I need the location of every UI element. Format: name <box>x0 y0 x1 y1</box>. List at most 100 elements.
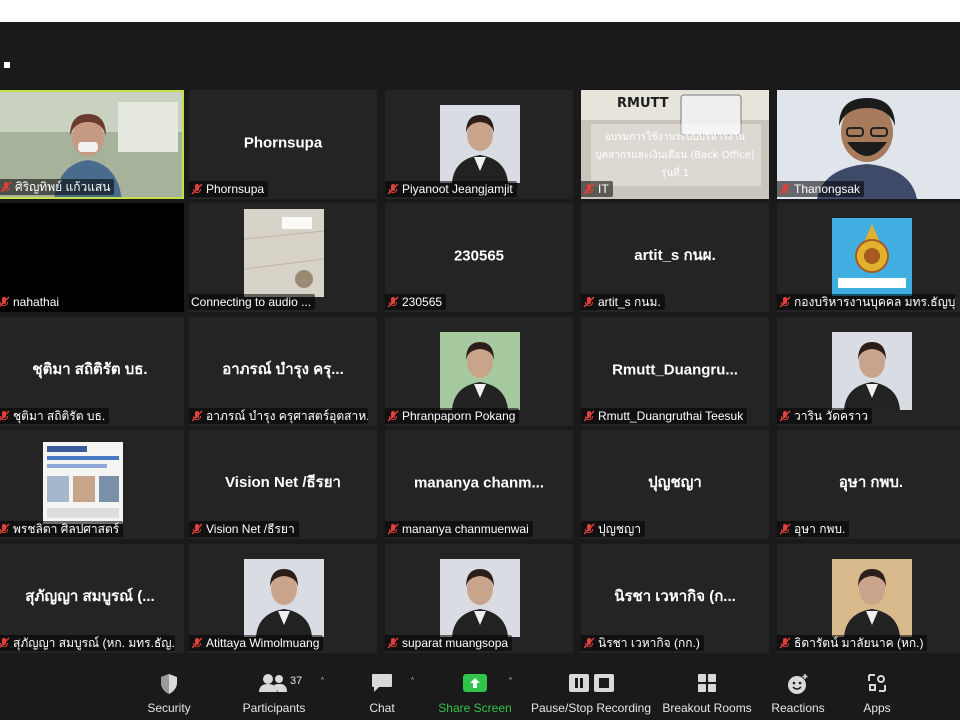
participant-display-name: artit_s กนผ. <box>634 246 716 264</box>
share-caret-icon[interactable]: ˄ <box>508 677 513 688</box>
participant-name: ปุญชญา <box>598 522 641 536</box>
participant-display-name: สุภัญญา สมบูรณ์ (... <box>25 587 155 605</box>
participant-display-name: Phornsupa <box>243 133 323 151</box>
participant-name: พรชลิตา ศิลปศาสตร์ <box>13 522 120 536</box>
participant-tile[interactable]: Thanongsak <box>777 90 960 199</box>
participant-poster <box>43 442 123 524</box>
muted-mic-icon <box>0 181 12 193</box>
participant-name-label: Phornsupa <box>189 181 269 197</box>
muted-mic-icon <box>0 296 10 307</box>
participant-name: IT <box>598 182 609 196</box>
muted-mic-icon <box>387 296 399 308</box>
breakout-rooms-icon <box>698 674 716 692</box>
participant-tile[interactable]: mananya chanm... mananya chanmuenwai <box>385 430 573 539</box>
muted-mic-icon <box>387 183 399 195</box>
participant-tile[interactable]: Piyanoot Jeangjamjit <box>385 90 573 199</box>
participant-display-name: อุษา กพบ. <box>838 473 904 491</box>
participant-name-label: Vision Net /ธีรยา <box>189 521 299 537</box>
participant-name-label: นิรชา เวหากิจ (กก.) <box>581 635 704 651</box>
participant-name-label: ชุติมา สถิติรัต บธ. <box>0 408 110 424</box>
participant-tile[interactable]: ธิดารัตน์ มาลัยนาค (หก.) <box>777 544 960 653</box>
participant-tile[interactable]: ปุญชญา ปุญชญา <box>581 430 769 539</box>
participant-video <box>244 209 324 297</box>
shield-icon <box>161 674 177 694</box>
participant-tile[interactable]: Phranpaporn Pokang <box>385 317 573 426</box>
participant-name-label: Piyanoot Jeangjamjit <box>385 181 517 197</box>
chat-button[interactable]: Chat <box>356 657 408 720</box>
department-logo <box>832 218 912 296</box>
participant-name-label: artit_s กนม. <box>581 294 665 310</box>
muted-mic-icon <box>583 410 595 422</box>
participant-name: วาริน วัดคราว <box>794 409 868 423</box>
muted-mic-icon <box>779 410 791 422</box>
view-square-icon[interactable] <box>4 62 10 68</box>
share-screen-button[interactable]: Share Screen <box>436 657 514 720</box>
participant-tile[interactable]: Phornsupa Phornsupa <box>189 90 377 199</box>
participant-name-label: 230565 <box>385 294 447 310</box>
participant-name: Phranpaporn Pokang <box>402 409 516 423</box>
security-button[interactable]: Security <box>138 657 200 720</box>
chat-caret-icon[interactable]: ˄ <box>410 677 415 688</box>
participant-tile[interactable]: suparat muangsopa <box>385 544 573 653</box>
muted-mic-icon <box>0 637 10 648</box>
participant-tile[interactable]: RMUTT อบรมการใช้งานระบบบริหารงาน บุคลากรแล… <box>581 90 769 199</box>
participant-tile[interactable]: นิรชา เวหากิจ (ก... นิรชา เวหากิจ (กก.) <box>581 544 769 653</box>
muted-mic-icon <box>0 523 10 534</box>
participant-name: อุษา กพบ. <box>794 522 846 536</box>
participant-display-name: อาภรณ์ บำรุง ครุ... <box>222 360 344 378</box>
participant-photo <box>832 559 912 637</box>
participant-tile[interactable]: อุษา กพบ. อุษา กพบ. <box>777 430 960 539</box>
participant-name: Phornsupa <box>206 182 265 196</box>
participant-tile[interactable]: Atittaya Wimolmuang <box>189 544 377 653</box>
participant-tile[interactable]: สุภัญญา สมบูรณ์ (... สุภัญญา สมบูรณ์ (หก.… <box>0 544 184 653</box>
participant-name: Vision Net /ธีรยา <box>206 522 295 536</box>
participant-name-label: สุภัญญา สมบูรณ์ (หก. มทร.ธัญ... <box>0 635 175 651</box>
participant-name-label: ธิดารัตน์ มาลัยนาค (หก.) <box>777 635 928 651</box>
reactions-button[interactable]: Reactions <box>766 657 830 720</box>
participant-tile[interactable]: กองบริหารงานบุคคล มทร.ธัญบุรี <box>777 203 960 312</box>
apps-button[interactable]: Apps <box>850 657 904 720</box>
participant-photo <box>440 332 520 410</box>
muted-mic-icon <box>583 637 595 649</box>
participant-name: Thanongsak <box>794 182 861 196</box>
recording-label: Pause/Stop Recording <box>530 701 652 715</box>
breakout-rooms-button[interactable]: Breakout Rooms <box>662 657 752 720</box>
participant-name-label: suparat muangsopa <box>385 635 513 651</box>
participant-tile[interactable]: วาริน วัดคราว <box>777 317 960 426</box>
pause-stop-recording-button[interactable]: Pause/Stop Recording <box>530 657 652 720</box>
participant-name: นิรชา เวหากิจ (กก.) <box>598 636 700 650</box>
participant-display-name: 230565 <box>453 246 505 264</box>
participant-name-label: Atittaya Wimolmuang <box>189 635 324 651</box>
participant-tile[interactable]: nahathai <box>0 203 184 312</box>
participants-caret-icon[interactable]: ˄ <box>320 677 325 688</box>
share-screen-icon <box>463 674 487 692</box>
participant-name: Piyanoot Jeangjamjit <box>402 182 513 196</box>
muted-mic-icon <box>191 637 203 649</box>
participant-tile[interactable]: Rmutt_Duangru... Rmutt_Duangruthai Teesuk <box>581 317 769 426</box>
participant-name-label: ศิริญทิพย์ แก้วแสน <box>0 179 115 195</box>
participants-button[interactable]: 37 Participants <box>236 657 312 720</box>
participant-tile[interactable]: Vision Net /ธีรยา Vision Net /ธีรยา <box>189 430 377 539</box>
participant-name-label: ปุญชญา <box>581 521 645 537</box>
participant-tile[interactable]: 230565 230565 <box>385 203 573 312</box>
participant-tile[interactable]: Connecting to audio ... <box>189 203 377 312</box>
participant-display-name: ชุติมา สถิติรัต บธ. <box>32 360 148 378</box>
participant-tile[interactable]: พรชลิตา ศิลปศาสตร์ <box>0 430 184 539</box>
participant-tile[interactable]: อาภรณ์ บำรุง ครุ... อาภรณ์ บำรุง ครุศาสตร… <box>189 317 377 426</box>
participant-name-label: IT <box>581 181 613 197</box>
slide-line-2: บุคลากรและเงินเดือน (Back Office) <box>595 150 755 161</box>
participant-name: Rmutt_Duangruthai Teesuk <box>598 409 744 423</box>
participant-name: Connecting to audio ... <box>191 295 312 309</box>
muted-mic-icon <box>191 183 203 195</box>
participant-tile[interactable]: ศิริญทิพย์ แก้วแสน <box>0 90 184 199</box>
participant-photo <box>244 559 324 637</box>
reactions-smiley-icon <box>788 674 808 694</box>
top-white-strip <box>0 0 960 22</box>
participant-name-label: อุษา กพบ. <box>777 521 850 537</box>
participant-name-label: Phranpaporn Pokang <box>385 408 520 424</box>
participant-photo <box>440 559 520 637</box>
participant-tile[interactable]: artit_s กนผ. artit_s กนม. <box>581 203 769 312</box>
muted-mic-icon <box>779 523 791 535</box>
participant-name: 230565 <box>402 295 443 309</box>
participant-tile[interactable]: ชุติมา สถิติรัต บธ. ชุติมา สถิติรัต บธ. <box>0 317 184 426</box>
